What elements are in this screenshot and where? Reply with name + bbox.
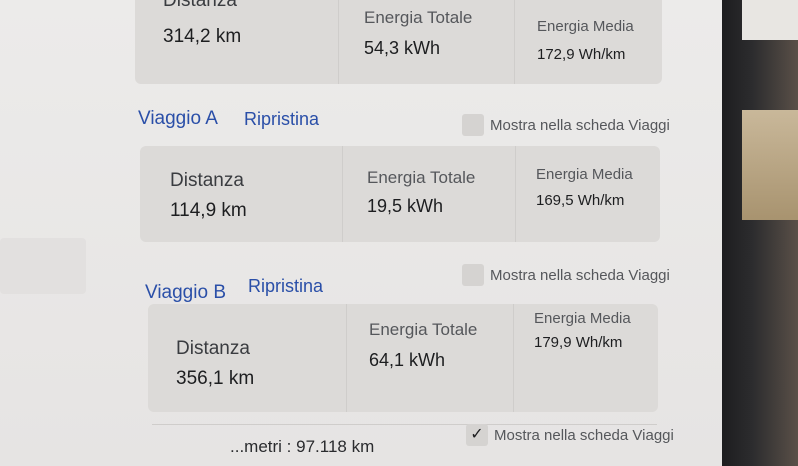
trip-a-energy-cell: Energia Totale 19,5 kWh [342, 146, 515, 242]
checkbox-label: Mostra nella scheda Viaggi [490, 116, 670, 134]
checkbox-box[interactable]: ✓ [466, 424, 488, 446]
screen-bezel [722, 0, 798, 466]
odometer-show-checkbox[interactable]: ✓ Mostra nella scheda Viaggi [466, 424, 674, 446]
top-trip-card: Distanza 314,2 km Energia Totale 54,3 kW… [135, 0, 662, 84]
top-avg-cell: Energia Media 172,9 Wh/km [514, 0, 662, 84]
energy-total-label: Energia Totale [369, 320, 478, 339]
checkbox-box[interactable] [462, 264, 484, 286]
energy-avg-label: Energia Media [536, 166, 633, 183]
trip-b-avg-cell: Energia Media 179,9 Wh/km [513, 304, 658, 412]
trip-b-distance-cell: Distanza 356,1 km [148, 304, 346, 412]
distance-value: 314,2 km [163, 26, 242, 47]
dashboard-background [742, 0, 798, 40]
side-panel-fragment [0, 238, 86, 294]
energy-total-value: 64,1 kWh [369, 350, 446, 370]
distance-value: 356,1 km [176, 368, 255, 389]
top-distance-cell: Distanza 314,2 km [135, 0, 338, 84]
distance-label: Distanza [170, 170, 244, 191]
checkbox-box[interactable] [462, 114, 484, 136]
checkbox-label: Mostra nella scheda Viaggi [494, 426, 674, 444]
distance-value: 114,9 km [170, 200, 247, 221]
trip-a-title: Viaggio A [138, 108, 218, 129]
trip-a-card: Distanza 114,9 km Energia Totale 19,5 kW… [140, 146, 660, 242]
top-energy-cell: Energia Totale 54,3 kWh [338, 0, 514, 84]
energy-total-value: 19,5 kWh [367, 196, 444, 216]
distance-label: Distanza [176, 338, 250, 359]
trip-a-reset-button[interactable]: Ripristina [244, 109, 319, 130]
trip-a-avg-cell: Energia Media 169,5 Wh/km [515, 146, 660, 242]
distance-label: Distanza [163, 0, 237, 11]
energy-total-value: 54,3 kWh [364, 38, 441, 58]
checkmark-icon: ✓ [470, 426, 484, 443]
trip-b-show-checkbox[interactable]: Mostra nella scheda Viaggi [462, 264, 670, 286]
energy-total-label: Energia Totale [364, 8, 473, 27]
trip-b-reset-button[interactable]: Ripristina [248, 276, 323, 297]
checkbox-label: Mostra nella scheda Viaggi [490, 266, 670, 284]
energy-avg-value: 179,9 Wh/km [534, 334, 623, 351]
trip-b-title: Viaggio B [145, 282, 226, 303]
trip-a-distance-cell: Distanza 114,9 km [140, 146, 342, 242]
energy-avg-label: Energia Media [534, 310, 631, 327]
energy-avg-label: Energia Media [537, 18, 634, 35]
trips-screen: Distanza 314,2 km Energia Totale 54,3 kW… [0, 0, 722, 466]
odometer-value: ...metri : 97.118 km [230, 437, 375, 456]
trip-a-show-checkbox[interactable]: Mostra nella scheda Viaggi [462, 114, 670, 136]
energy-total-label: Energia Totale [367, 168, 476, 187]
trip-b-energy-cell: Energia Totale 64,1 kWh [346, 304, 513, 412]
energy-avg-value: 172,9 Wh/km [537, 46, 626, 63]
energy-avg-value: 169,5 Wh/km [536, 192, 625, 209]
dashboard-wood-trim [742, 110, 798, 220]
trip-b-card: Distanza 356,1 km Energia Totale 64,1 kW… [148, 304, 658, 412]
